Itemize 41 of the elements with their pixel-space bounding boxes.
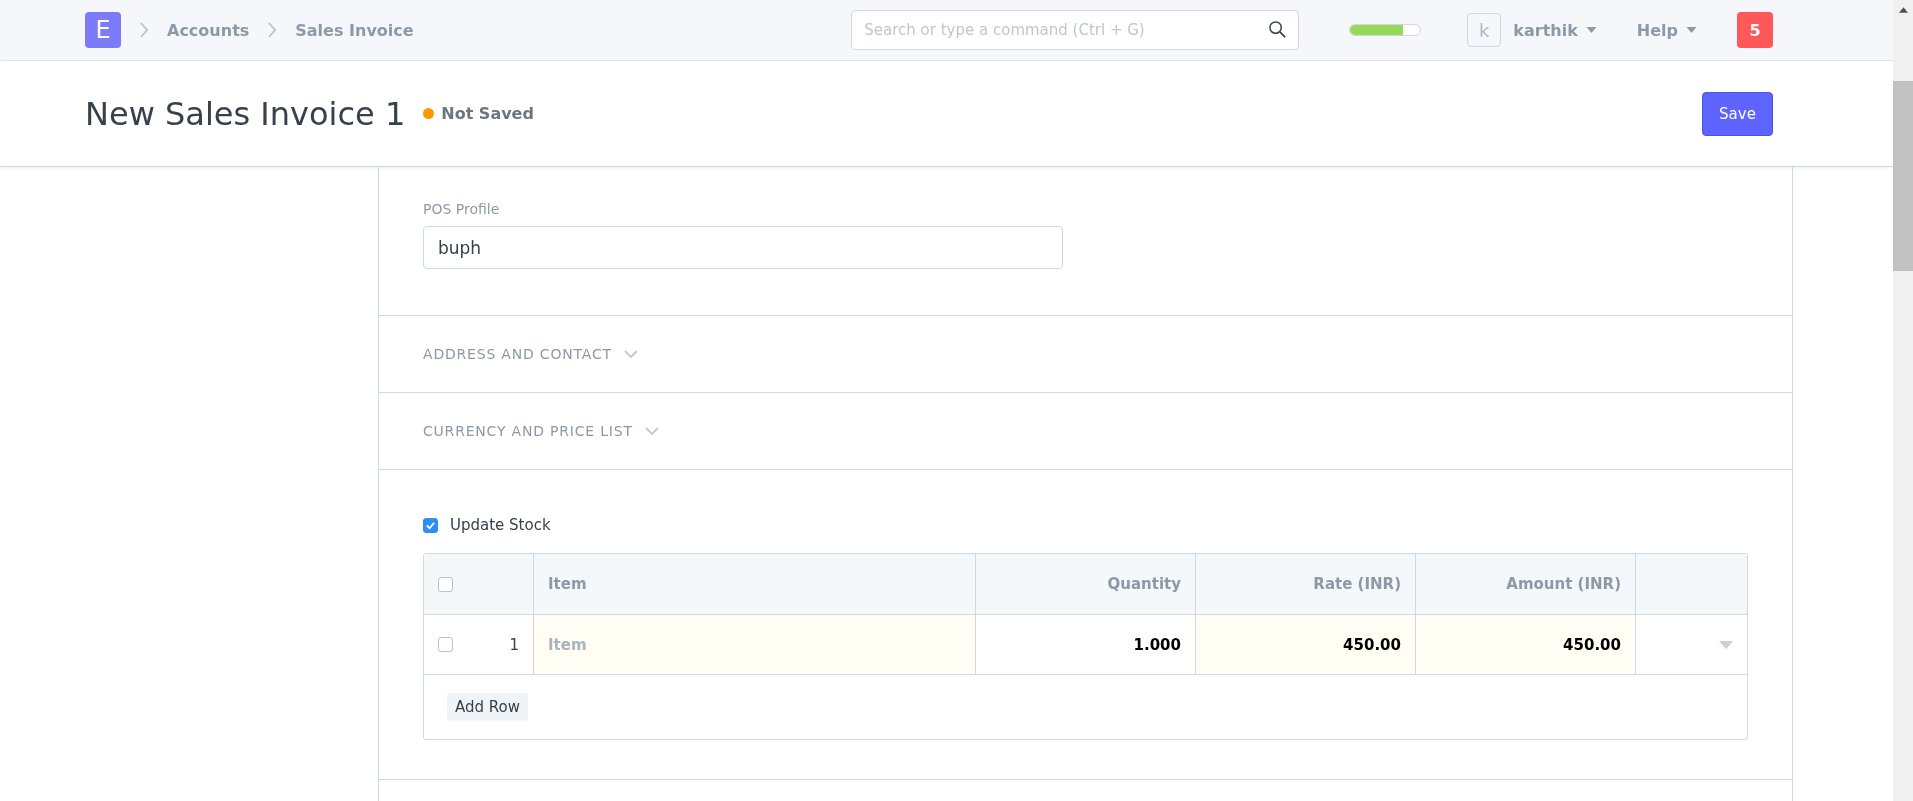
search-field[interactable]: Search or type a command (Ctrl + G) (851, 10, 1300, 50)
notification-badge[interactable]: 5 (1737, 12, 1773, 48)
table-cell[interactable]: 450.00 (1563, 635, 1621, 654)
page-title: New Sales Invoice 1 (85, 94, 406, 133)
search-icon (1268, 20, 1288, 39)
row-checkbox[interactable] (438, 637, 453, 652)
column-header: Amount (INR) (1506, 575, 1621, 593)
chevron-right-icon (139, 22, 149, 38)
field-label: POS Profile (423, 201, 501, 217)
user-avatar[interactable]: k (1467, 13, 1502, 47)
row-number: 1 (509, 635, 519, 654)
caret-icon (1686, 27, 1697, 33)
chevron-down-icon (644, 427, 659, 435)
user-menu[interactable]: karthik (1513, 20, 1597, 40)
checkbox-label: Update Stock (450, 516, 551, 534)
app-logo[interactable]: E (85, 12, 121, 48)
check-icon (425, 519, 436, 531)
add-row-button[interactable]: Add Row (447, 693, 528, 721)
breadcrumb-link[interactable]: Accounts (167, 20, 250, 40)
table-cell[interactable]: 1.000 (1133, 635, 1181, 654)
column-header: Quantity (1107, 575, 1181, 593)
checkbox[interactable] (423, 517, 438, 533)
help-menu[interactable]: Help (1636, 20, 1697, 40)
chevron-right-icon (267, 22, 278, 38)
scrollbar-thumb[interactable] (1893, 81, 1913, 271)
status-label: Not Saved (441, 104, 534, 123)
item-cell[interactable]: Item (548, 635, 587, 654)
column-header: Item (548, 575, 587, 593)
input-field[interactable]: buph (423, 226, 1063, 269)
select-all-checkbox[interactable] (438, 576, 453, 592)
section-heading[interactable]: ADDRESS AND CONTACT (423, 346, 612, 362)
save-button[interactable]: Save (1702, 91, 1773, 136)
table-cell[interactable]: 450.00 (1343, 635, 1401, 654)
chevron-down-icon (623, 350, 638, 358)
caret-icon (1585, 27, 1597, 33)
status-dot (423, 108, 435, 119)
scroll-up-icon[interactable] (1898, 7, 1908, 13)
column-header: Rate (INR) (1313, 575, 1401, 593)
caret-icon[interactable] (1719, 640, 1733, 649)
breadcrumb-link[interactable]: Sales Invoice (295, 20, 414, 40)
section-heading[interactable]: CURRENCY AND PRICE LIST (423, 423, 633, 439)
